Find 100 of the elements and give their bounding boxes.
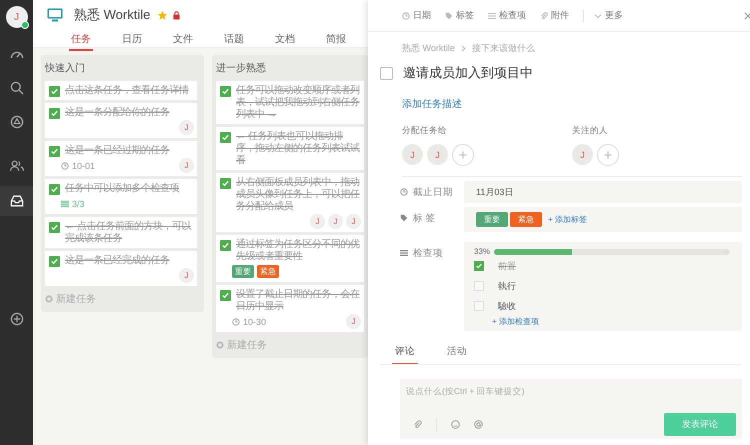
checklist-item: 前置 xyxy=(498,260,516,272)
clock-icon xyxy=(402,12,410,20)
member-avatar: J xyxy=(328,214,343,229)
checklist-count: 3/3 xyxy=(72,198,85,208)
add-checklist-item-link[interactable]: + 添加检查项 xyxy=(492,316,539,327)
tag[interactable]: 紧急 xyxy=(510,212,542,227)
add-icon[interactable] xyxy=(8,311,24,327)
due-date: 10-30 xyxy=(243,316,266,326)
tab[interactable]: 话题 xyxy=(222,30,246,51)
progress-percent: 33% xyxy=(474,247,490,256)
task-checkbox[interactable] xyxy=(49,222,60,233)
tab[interactable]: 文件 xyxy=(171,30,195,51)
toolbar-button[interactable]: 附件 xyxy=(540,9,569,22)
add-description-link[interactable]: 添加任务描述 xyxy=(402,97,462,111)
task-card[interactable]: 设置了截止日期的任务，会在日历中显示 10-30 J xyxy=(216,285,364,332)
task-card[interactable]: 这是一条已经完成的任务 J xyxy=(45,251,197,286)
tab[interactable]: 活动 xyxy=(444,341,470,364)
breadcrumb-link[interactable]: 接下来该做什么 xyxy=(472,42,535,55)
add-circle-icon xyxy=(45,295,53,303)
list-icon xyxy=(400,249,408,257)
task-card[interactable]: 这是一条分配给你的任务 J xyxy=(45,103,197,138)
smiley-icon[interactable] xyxy=(451,420,460,429)
toolbar-button[interactable]: 更多 xyxy=(594,9,623,22)
task-checkbox[interactable] xyxy=(220,240,231,251)
member-avatar[interactable]: J xyxy=(427,144,448,165)
paperclip-icon[interactable] xyxy=(413,420,422,429)
tab[interactable]: 简报 xyxy=(324,30,348,51)
inbox-icon[interactable] xyxy=(8,193,24,209)
task-title: 这是一条分配给你的任务 xyxy=(65,107,170,119)
due-date: 10-01 xyxy=(72,160,96,170)
task-checkbox[interactable] xyxy=(220,86,231,97)
field-label: 检查项 xyxy=(413,246,443,260)
new-task-button[interactable]: 新建任务 xyxy=(45,286,200,312)
tab[interactable]: 评论 xyxy=(392,341,418,364)
comment-placeholder: 说点什么(按Ctrl + 回车键提交) xyxy=(406,386,526,398)
clock-icon xyxy=(400,188,408,196)
task-card[interactable]: 这是一条已经过期的任务 10-01 J xyxy=(45,141,197,176)
due-date-field[interactable]: 11月03日 xyxy=(464,181,742,203)
toolbar-button[interactable]: 日期 xyxy=(402,9,431,22)
add-member-icon[interactable] xyxy=(597,144,619,166)
search-icon[interactable] xyxy=(8,80,24,96)
task-checkbox[interactable] xyxy=(49,184,60,195)
add-tag-link[interactable]: + 添加标签 xyxy=(548,214,587,225)
section-label: 分配任务给 xyxy=(402,125,447,135)
people-icon[interactable] xyxy=(8,158,24,174)
tag-icon xyxy=(400,214,408,222)
task-title: 邀请成员加入到项目中 xyxy=(403,64,533,82)
member-avatar: J xyxy=(179,268,194,283)
toolbar-button[interactable]: 检查项 xyxy=(488,9,526,22)
checklist-item: 執行 xyxy=(498,280,516,292)
tag[interactable]: 重要 xyxy=(476,212,508,227)
field-label: 截止日期 xyxy=(413,186,453,198)
list-icon xyxy=(488,12,496,20)
compass-icon[interactable] xyxy=(8,114,24,130)
task-checkbox[interactable] xyxy=(49,146,60,157)
task-checkbox[interactable] xyxy=(220,132,231,143)
tag: 重要 xyxy=(232,265,254,278)
section-label: 关注的人 xyxy=(572,125,608,135)
task-card[interactable]: 任务中可以添加多个检查项 3/3 xyxy=(45,179,197,214)
member-avatar[interactable]: J xyxy=(572,144,593,165)
comment-box[interactable]: 说点什么(按Ctrl + 回车键提交) 发表评论 xyxy=(400,379,742,439)
tab[interactable]: 日历 xyxy=(120,30,144,51)
field-label: 标 签 xyxy=(413,212,436,224)
task-checkbox[interactable] xyxy=(380,66,393,80)
task-title: ← 点击任务前面的方块，可以完成该条任务 xyxy=(65,221,192,245)
clock-icon xyxy=(232,318,240,326)
task-card[interactable]: ← 点击任务前面的方块，可以完成该条任务 xyxy=(45,217,197,248)
checklist-checkbox[interactable] xyxy=(474,261,484,271)
list-title: 进一步熟悉 xyxy=(216,62,267,76)
tab[interactable]: 任务 xyxy=(69,30,93,51)
toolbar-button[interactable]: 标签 xyxy=(445,9,474,22)
monitor-icon xyxy=(47,8,63,22)
task-card[interactable]: 通过标签为任务区分不同的优先级或者重要性 重要 紧急 xyxy=(216,235,364,282)
task-checkbox[interactable] xyxy=(220,290,231,301)
add-member-icon[interactable] xyxy=(452,144,474,166)
task-title: 这是一条已经过期的任务 xyxy=(65,145,170,157)
task-checkbox[interactable] xyxy=(49,256,60,267)
post-comment-button[interactable]: 发表评论 xyxy=(664,413,736,436)
task-card[interactable]: 任务可以拖动改变顺序或者列表，试试把我拖动到右侧任务列表中 → xyxy=(216,81,364,124)
task-title: ← 任务列表也可以拖动排序，拖动左侧的任务列表试试看 xyxy=(236,131,360,167)
add-circle-icon xyxy=(216,341,224,349)
task-title: 任务可以拖动改变顺序或者列表，试试把我拖动到右侧任务列表中 → xyxy=(236,85,360,121)
task-title: 点击这条任务，查看任务详情 xyxy=(65,85,188,97)
task-checkbox[interactable] xyxy=(220,178,231,189)
breadcrumb-link[interactable]: 熟悉 Worktile xyxy=(402,42,455,55)
task-card[interactable]: 从右侧面板成员列表中，拖动成员头像到任务上，可以把任务分配给成员 J J J xyxy=(216,173,364,232)
at-sign-icon[interactable] xyxy=(474,420,483,429)
member-avatar[interactable]: J xyxy=(402,144,423,165)
member-avatar: J xyxy=(346,314,361,329)
task-checkbox[interactable] xyxy=(49,108,60,119)
tag: 紧急 xyxy=(257,265,279,278)
user-avatar[interactable]: J xyxy=(6,6,28,28)
tab[interactable]: 文档 xyxy=(273,30,297,51)
member-avatar: J xyxy=(310,214,325,229)
star-icon[interactable] xyxy=(158,10,168,20)
task-card[interactable]: 点击这条任务，查看任务详情 xyxy=(45,81,197,100)
task-card[interactable]: ← 任务列表也可以拖动排序，拖动左侧的任务列表试试看 xyxy=(216,127,364,170)
new-task-button[interactable]: 新建任务 xyxy=(216,332,364,358)
task-checkbox[interactable] xyxy=(49,86,60,97)
close-icon[interactable] xyxy=(744,12,750,20)
